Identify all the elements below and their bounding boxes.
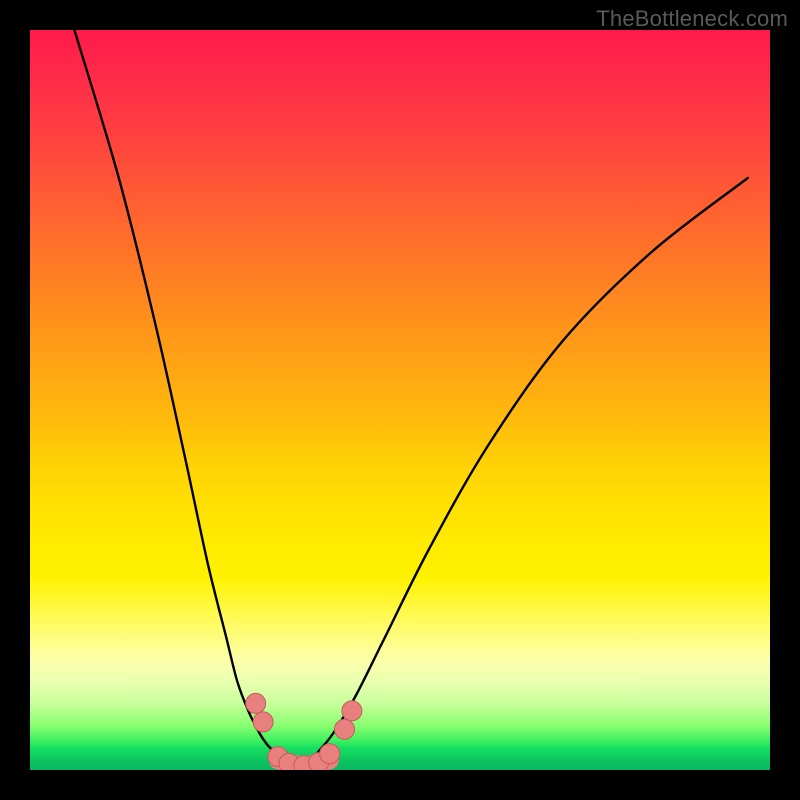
data-marker <box>253 712 273 732</box>
chart-frame: TheBottleneck.com <box>0 0 800 800</box>
data-marker <box>342 701 362 721</box>
data-marker <box>246 693 266 713</box>
curve-left-branch <box>74 30 303 766</box>
watermark-text: TheBottleneck.com <box>596 6 788 32</box>
data-marker <box>335 719 355 739</box>
data-marker <box>320 744 340 764</box>
plot-area <box>30 30 770 770</box>
curve-right-branch <box>304 178 748 766</box>
curves-svg <box>30 30 770 770</box>
